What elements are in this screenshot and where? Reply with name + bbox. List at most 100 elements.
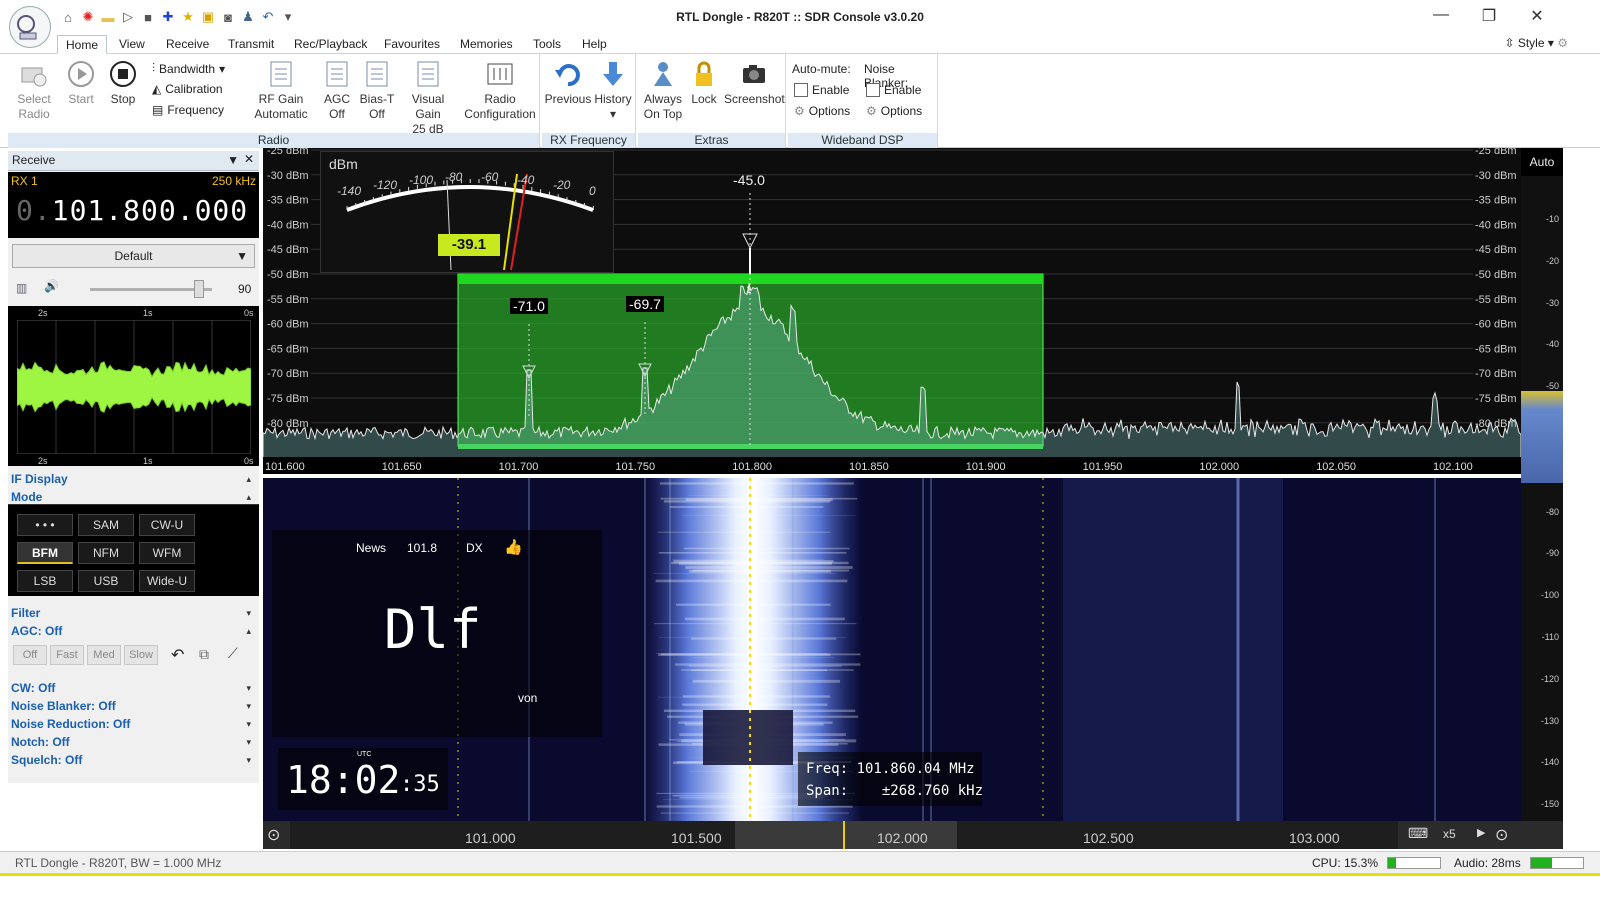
speaker-icon[interactable]: 🔊 [44,279,59,293]
section-noise-blanker[interactable]: Noise Blanker: Off [11,699,116,713]
mode-usb-button[interactable]: USB [78,570,134,592]
pin-person-icon [649,60,677,88]
stop-button[interactable]: Stop [106,60,140,107]
scale-range-slider[interactable] [1521,391,1563,483]
zoom-next-icon[interactable]: ▶ [1477,826,1485,839]
expand-icon[interactable]: ▾ [246,701,251,712]
settings-gear-icon[interactable]: ⚙ [1557,36,1568,50]
agc-graph-icon[interactable]: ⟋ [228,645,238,662]
mode-more-button[interactable]: • • • [17,514,73,536]
expand-icon[interactable]: ▾ [246,683,251,694]
collapse-icon[interactable]: ▴ [246,626,251,637]
tab-home[interactable]: Home [57,35,108,54]
mode-bfm-button[interactable]: BFM [17,542,73,564]
agc-off-button[interactable]: Off [13,645,47,665]
waterfall-scale-label: -130 [1540,715,1559,726]
collapse-icon[interactable]: ▴ [246,492,251,503]
zoom-selector[interactable]: x5 [1443,827,1456,841]
mode-nfm-button[interactable]: NFM [78,542,134,564]
thumbs-up-icon[interactable]: 👍 [504,538,523,556]
clock-hours-minutes: 18:02 [286,758,401,802]
expand-icon[interactable]: ▾ [246,737,251,748]
levels-icon[interactable]: ▥ [16,281,27,295]
db-label-left: -80 dBm [267,418,309,430]
frequency-overview-bar[interactable]: ⊙ 101.000 101.500 102.000 102.500 103.000 ⌨ … [263,821,1563,849]
scope-label-1s-top: 1s [143,308,153,318]
auto-mute-enable[interactable]: Enable [794,83,849,97]
panel-dropdown-icon[interactable]: ▼ [227,153,239,167]
history-button[interactable]: History ▾ [592,60,634,122]
mode-sam-button[interactable]: SAM [78,514,134,536]
minimize-button[interactable]: — [1426,6,1456,24]
screenshot-button[interactable]: Screenshot [724,60,785,107]
noise-blanker-options[interactable]: ⚙ Options [866,104,922,118]
restore-button[interactable]: ❐ [1474,6,1504,26]
agc-fast-button[interactable]: Fast [50,645,84,665]
waterfall-scale[interactable]: Auto -10-20-30-40-50-60-70-80-90-100-110… [1521,148,1563,821]
lock-button[interactable]: Lock [688,60,720,107]
style-menu[interactable]: ⇳ Style ▾ ⚙ [1504,36,1568,50]
volume-slider-handle[interactable] [194,280,204,298]
auto-mute-checkbox[interactable] [794,83,808,97]
auto-scale-button[interactable]: Auto [1521,148,1563,176]
visual-gain-button[interactable]: Visual Gain 25 dB [398,60,458,137]
marker-a-label: -71.0 [510,298,548,314]
panel-close-icon[interactable]: ✕ [244,152,254,166]
collapse-icon[interactable]: ▴ [246,474,251,485]
tab-favourites[interactable]: Favourites [376,35,448,54]
frequency-display[interactable]: RX 1 250 kHz 0.101.800.000 [8,172,259,238]
scroll-left-icon[interactable]: ⊙ [267,825,280,845]
section-agc[interactable]: AGC: Off [11,624,62,638]
bias-t-button[interactable]: Bias-T Off [358,60,396,122]
agc-med-button[interactable]: Med [87,645,121,665]
expand-icon[interactable]: ▾ [246,755,251,766]
select-radio-button[interactable]: Select Radio [12,60,56,122]
calibration-button[interactable]: ◭ Calibration [152,82,223,96]
expand-icon[interactable]: ▾ [246,719,251,730]
tab-rec-playback[interactable]: Rec/Playback [286,35,375,54]
noise-blanker-enable[interactable]: Enable [866,83,921,97]
mode-cw-u-button[interactable]: CW-U [139,514,195,536]
tab-receive[interactable]: Receive [158,35,217,54]
rf-gain-button[interactable]: RF Gain Automatic [250,60,312,122]
frequency-button[interactable]: ▤ Frequency [152,103,224,117]
waterfall-scale-label: -30 [1545,297,1559,308]
section-notch[interactable]: Notch: Off [11,735,70,749]
auto-mute-options[interactable]: ⚙ Options [794,104,850,118]
mode-wfm-button[interactable]: WFM [139,542,195,564]
tab-tools[interactable]: Tools [525,35,569,54]
expand-icon[interactable]: ▾ [246,608,251,619]
scroll-right-icon[interactable]: ⊙ [1495,825,1508,845]
frequency-value[interactable]: 0.101.800.000 [16,194,248,227]
agc-button[interactable]: AGC Off [320,60,354,122]
section-mode[interactable]: Mode [11,490,42,504]
tab-help[interactable]: Help [574,35,615,54]
noise-blanker-checkbox[interactable] [866,83,880,97]
tab-transmit[interactable]: Transmit [220,35,282,54]
bandwidth-button[interactable]: ⫶ Bandwidth ▾ [152,61,225,76]
mode-lsb-button[interactable]: LSB [17,570,73,592]
agc-slow-button[interactable]: Slow [124,645,158,665]
section-if-display[interactable]: IF Display [11,472,68,486]
agc-copy-icon[interactable]: ⧉ [199,646,209,663]
app-menu-button[interactable] [9,6,51,48]
close-button[interactable]: ✕ [1522,6,1552,26]
start-button[interactable]: Start [64,60,98,107]
radio-configuration-button[interactable]: Radio Configuration [464,60,536,122]
section-noise-reduction[interactable]: Noise Reduction: Off [11,717,130,731]
previous-button[interactable]: Previous [544,60,592,107]
section-filter[interactable]: Filter [11,606,40,620]
mode-wide-u-button[interactable]: Wide-U [139,570,195,592]
tab-view[interactable]: View [111,35,153,54]
peak-marker[interactable] [742,233,758,250]
signal-meter[interactable]: dBm -140 -120 -100 -80 -60 -40 -20 0 -39.1 [320,151,614,273]
always-on-top-button[interactable]: Always On Top [640,60,686,122]
db-label-right: -55 dBm [1475,294,1517,306]
db-label-right: -70 dBm [1475,368,1517,380]
section-cw[interactable]: CW: Off [11,681,55,695]
section-squelch[interactable]: Squelch: Off [11,753,82,767]
keyboard-icon[interactable]: ⌨ [1408,825,1428,842]
preset-dropdown[interactable]: Default ▼ [12,244,255,268]
agc-undo-icon[interactable]: ↶ [171,645,184,665]
tab-memories[interactable]: Memories [452,35,521,54]
